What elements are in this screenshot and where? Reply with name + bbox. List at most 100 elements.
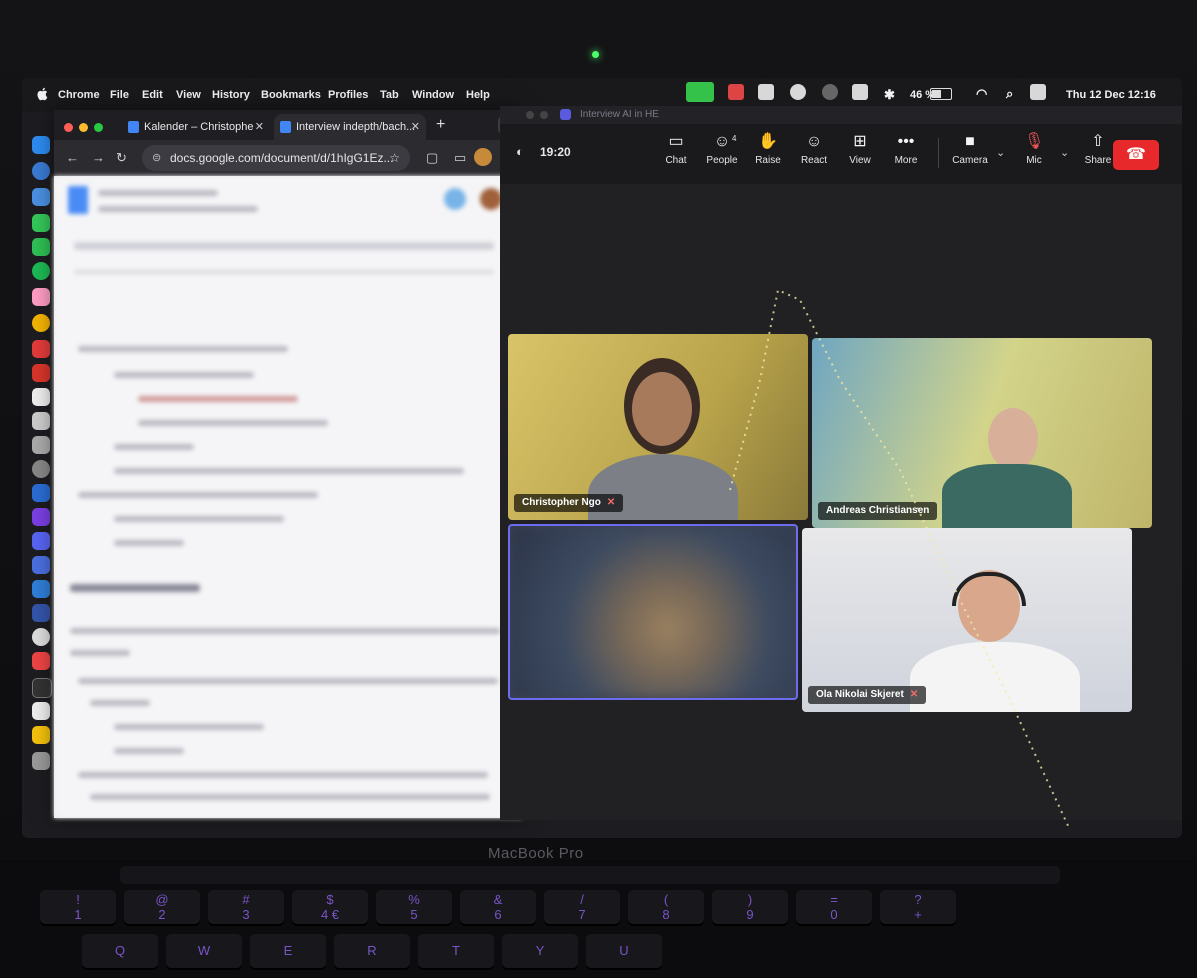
mail-icon[interactable] [32, 188, 50, 206]
chrome-icon[interactable] [32, 314, 50, 332]
minimize-window-icon[interactable] [79, 123, 88, 132]
reload-icon[interactable]: ↻ [116, 150, 127, 166]
close-tab-icon[interactable]: ✕ [411, 114, 420, 140]
control-center-icon[interactable] [1030, 84, 1046, 100]
close-tab-icon[interactable]: ✕ [255, 114, 264, 140]
close-window-icon[interactable] [526, 111, 534, 119]
camera-options-chevron-icon[interactable]: ⌄ [996, 146, 1005, 159]
minimize-window-icon[interactable] [540, 111, 548, 119]
google-doc-content[interactable] [54, 176, 522, 818]
close-window-icon[interactable] [64, 123, 73, 132]
bookmark-star-icon[interactable]: ☆ [389, 145, 400, 171]
key[interactable]: / 7 [544, 890, 620, 924]
key[interactable]: Y [502, 934, 578, 968]
key[interactable]: U [586, 934, 662, 968]
key[interactable]: Q [82, 934, 158, 968]
focus-status-icon[interactable] [790, 84, 806, 100]
preview-icon[interactable] [32, 702, 50, 720]
terminal-icon[interactable] [32, 678, 52, 698]
menu-bookmarks[interactable]: Bookmarks [261, 89, 321, 101]
key[interactable]: = 0 [796, 890, 872, 924]
menu-window[interactable]: Window [412, 89, 454, 101]
tab-calendar[interactable]: Kalender – Christophe ✕ [122, 114, 270, 140]
key[interactable]: # 3 [208, 890, 284, 924]
onenote-icon[interactable] [32, 508, 50, 526]
search-icon[interactable]: ⌕ [1006, 86, 1013, 102]
key[interactable]: & 6 [460, 890, 536, 924]
safari-icon[interactable] [32, 162, 50, 180]
chat-button[interactable]: ▭ Chat [652, 132, 700, 166]
react-button[interactable]: ☺ React [790, 132, 838, 166]
network-icon[interactable] [32, 604, 50, 622]
meeting-info-icon[interactable]: ◐ [516, 144, 524, 159]
key[interactable]: E [250, 934, 326, 968]
sidebar-icon[interactable]: ▭ [454, 150, 466, 166]
extensions-icon[interactable]: ▢ [426, 150, 438, 166]
new-tab-icon[interactable]: + [436, 116, 445, 134]
key[interactable]: R [334, 934, 410, 968]
video-tile-andreas[interactable]: Andreas Christiansen [812, 338, 1152, 528]
filezilla-icon[interactable] [32, 364, 50, 382]
word-icon[interactable] [32, 484, 50, 502]
video-tile-christopher[interactable]: Christopher Ngo ✕ [508, 334, 808, 520]
teams-icon[interactable] [32, 532, 50, 550]
messages-icon[interactable] [32, 214, 50, 232]
photos-icon[interactable] [32, 288, 50, 306]
site-info-icon[interactable]: ⊜ [152, 145, 161, 171]
key[interactable]: ) 9 [712, 890, 788, 924]
spotify-icon[interactable] [32, 262, 50, 280]
tab-interview-doc[interactable]: Interview indepth/bach... ✕ [274, 114, 426, 140]
zoom-app-icon[interactable] [32, 556, 50, 574]
leave-meeting-button[interactable]: ☎ [1113, 140, 1159, 170]
facetime-icon[interactable] [32, 238, 50, 256]
more-button[interactable]: ••• More [882, 132, 930, 166]
screen-status-icon[interactable] [758, 84, 774, 100]
key[interactable]: W [166, 934, 242, 968]
menubar-clock[interactable]: Thu 12 Dec 12:16 [1066, 89, 1156, 101]
camera-button[interactable]: ■ Camera [946, 132, 994, 166]
menu-help[interactable]: Help [466, 89, 490, 101]
view-button[interactable]: ⊞ View [836, 132, 884, 166]
moon-status-icon[interactable] [822, 84, 838, 100]
settings-icon[interactable] [32, 460, 50, 478]
profile-avatar[interactable] [474, 148, 492, 166]
menu-edit[interactable]: Edit [142, 89, 163, 101]
menu-profiles[interactable]: Profiles [328, 89, 368, 101]
window-status-icon[interactable] [852, 84, 868, 100]
forward-icon[interactable]: → [92, 150, 105, 165]
trash-icon[interactable] [32, 752, 50, 770]
zoom-window-icon[interactable] [94, 123, 103, 132]
zoom-video-status-icon[interactable] [686, 82, 714, 102]
key[interactable]: @ 2 [124, 890, 200, 924]
app-status-icon[interactable] [728, 84, 744, 100]
people-button[interactable]: ☺ People 4 [698, 132, 746, 166]
menu-view[interactable]: View [176, 89, 201, 101]
menu-tab[interactable]: Tab [380, 89, 399, 101]
figma-icon[interactable] [32, 652, 50, 670]
menu-history[interactable]: History [212, 89, 250, 101]
key[interactable]: ! 1 [40, 890, 116, 924]
key[interactable]: % 5 [376, 890, 452, 924]
finder-icon[interactable] [32, 136, 50, 154]
back-icon[interactable]: ← [66, 150, 79, 165]
drive-icon[interactable] [32, 726, 50, 744]
menu-file[interactable]: File [110, 89, 129, 101]
video-tile-ola[interactable]: Ola Nikolai Skjeret ✕ [802, 528, 1132, 712]
mic-button[interactable]: 🎙 Mic [1010, 132, 1058, 166]
key[interactable]: ? + [880, 890, 956, 924]
key[interactable]: $ 4 € [292, 890, 368, 924]
calendar-icon[interactable] [32, 388, 50, 406]
apple-logo-icon[interactable] [36, 87, 48, 101]
address-bar[interactable]: ⊜ docs.google.com/document/d/1hIgG1Ez...… [142, 145, 410, 171]
key[interactable]: ( 8 [628, 890, 704, 924]
bluetooth-icon[interactable]: ✱ [884, 87, 895, 103]
calculator-icon[interactable] [32, 436, 50, 454]
github-icon[interactable] [32, 628, 50, 646]
battery-icon[interactable] [930, 88, 952, 100]
mic-options-chevron-icon[interactable]: ⌄ [1060, 146, 1069, 159]
raise-hand-button[interactable]: ✋ Raise [744, 132, 792, 166]
key[interactable]: T [418, 934, 494, 968]
touch-bar[interactable] [120, 866, 1060, 884]
notes-icon[interactable] [32, 412, 50, 430]
vscode-icon[interactable] [32, 580, 50, 598]
